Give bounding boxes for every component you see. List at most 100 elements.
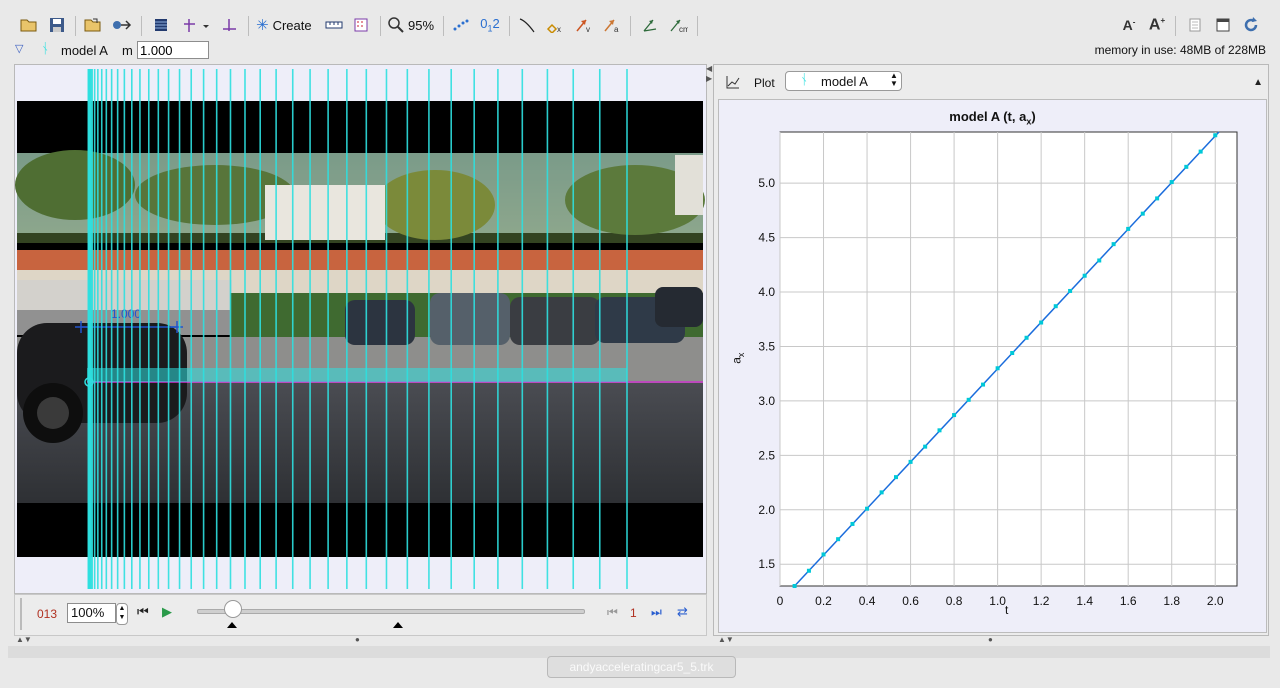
label-icon[interactable]: 012 [478,12,502,38]
data-point[interactable] [1024,335,1029,340]
svg-text:v: v [586,25,590,33]
plot-split-handle[interactable]: ● [988,635,993,644]
y-tick-label: 1.5 [758,557,775,571]
svg-text:a: a [614,25,619,33]
open-icon[interactable] [18,12,40,38]
data-point[interactable] [792,584,797,588]
data-point[interactable] [937,428,942,433]
step-back-icon[interactable]: ⏮ [607,605,618,620]
data-point[interactable] [981,382,986,387]
x-tick-label: 0 [777,594,784,608]
data-point[interactable] [1169,180,1174,185]
data-point[interactable] [1155,196,1160,201]
velocity-icon[interactable]: v [572,12,594,38]
data-point[interactable] [952,413,957,418]
frame-slider-track[interactable] [197,609,585,614]
y-tick-label: 2.5 [758,448,775,462]
resize-arrows[interactable]: ▲▼ [16,635,32,644]
font-larger-icon[interactable]: A+ [1146,12,1168,38]
data-point[interactable] [1140,211,1145,216]
zoom-button[interactable]: 95% [388,12,436,38]
data-point[interactable] [908,459,913,464]
x-tick-label: 0.2 [815,594,832,608]
video-frame[interactable]: 1.000 [15,65,706,593]
open-folder-icon[interactable] [82,12,104,38]
coordinate-axes-icon[interactable] [180,12,210,38]
frame-counter[interactable]: 013 [37,607,57,621]
notes-icon[interactable] [1184,12,1206,38]
track-name[interactable]: model A [61,43,108,58]
data-point[interactable] [1111,242,1116,247]
tape-measure-icon[interactable] [323,12,345,38]
track-marker-band[interactable] [87,368,627,382]
refresh-icon[interactable] [1240,12,1262,38]
track-menu-icon[interactable]: ▽ [15,42,23,55]
vector-sum-icon[interactable] [638,12,662,38]
rewind-icon[interactable]: ⏮ [137,604,149,620]
data-point[interactable] [1097,258,1102,263]
data-point[interactable] [836,537,841,542]
step-size[interactable]: 1 [630,606,637,620]
track-select[interactable]: ᚾ model A ▲ ▼ [785,71,902,91]
zoom-stepper[interactable]: ▲ ▼ [116,603,128,625]
data-point[interactable] [1068,288,1073,293]
split-handle[interactable]: ● [355,635,360,644]
trail-icon[interactable] [450,12,472,38]
calibration-icon[interactable] [218,12,240,38]
data-point[interactable] [879,490,884,495]
data-point[interactable] [1039,320,1044,325]
video-panel[interactable]: 1.000 [14,64,707,594]
mass-field[interactable] [137,41,209,59]
play-icon[interactable]: ▶ [162,604,172,620]
x-tick-label: 1.2 [1033,594,1050,608]
y-tick-label: 3.0 [758,394,775,408]
data-point[interactable] [1082,273,1087,278]
data-point[interactable] [821,552,826,557]
loop-icon[interactable]: ⇄ [677,604,688,620]
path-icon[interactable] [516,12,538,38]
plot-label[interactable]: Plot [754,76,775,90]
data-point[interactable] [1126,226,1131,231]
data-point[interactable] [806,568,811,573]
data-point[interactable] [893,475,898,480]
main-toolbar: ✳ Create 95% 012 x v a cm A- A+ [0,8,1280,42]
video-player-bar: 013 100% ▲ ▼ ⏮ ▶ ⏮ 1 ⏭ ⇄ [14,594,707,636]
data-point[interactable] [923,444,928,449]
data-point[interactable] [1198,149,1203,154]
step-forward-icon[interactable]: ⏭ [651,605,662,620]
x-tick-label: 2.0 [1207,594,1224,608]
window-icon[interactable] [1212,12,1234,38]
center-of-mass-icon[interactable]: cm [666,12,690,38]
file-tab[interactable]: andyacceleratingcar5_5.trk [547,656,736,678]
data-point[interactable] [1213,133,1218,138]
data-point[interactable] [966,397,971,402]
collapse-right-arrow[interactable]: ▶ [706,74,712,83]
data-point[interactable] [995,366,1000,371]
font-increase-icon[interactable]: A- [1118,12,1140,38]
data-point[interactable] [1010,351,1015,356]
zoom-field[interactable]: 100% [67,603,116,623]
save-icon[interactable] [46,12,68,38]
collapse-plot-icon[interactable]: ▲ [1253,77,1263,88]
acceleration-icon[interactable]: a [600,12,622,38]
track-create-icon: ✳ [256,17,269,34]
export-icon[interactable] [111,12,133,38]
data-point[interactable] [1053,304,1058,309]
track-create-button[interactable]: ✳ Create [256,12,318,38]
mass-icon[interactable]: x [544,12,566,38]
clip-settings-icon[interactable] [150,12,172,38]
plot-type-icon[interactable] [726,75,740,92]
frame-slider-thumb[interactable] [223,600,242,618]
start-frame-marker[interactable] [226,622,237,628]
end-frame-marker[interactable] [392,622,403,628]
collapse-left-arrow[interactable]: ◀ [706,64,712,73]
track-control-bar: ▽ ᚾ model A m memory in use: 48MB of 228… [0,40,1280,62]
data-point[interactable] [1184,164,1189,169]
data-point[interactable] [850,521,855,526]
data-point[interactable] [865,506,870,511]
filter-icon[interactable] [351,12,373,38]
plot-resize-arrows[interactable]: ▲▼ [718,635,734,644]
plot-chart[interactable]: 0 0.2 0.4 0.6 0.8 1.0 1.2 1.4 1.6 1.8 2.0 1.5 2.0 2.5… [719,100,1266,632]
x-tick-label: 0.8 [946,594,963,608]
plot-area[interactable]: model A (t, ax) ax t 0 0.2 0.4 0.6 0.8 1.0 1.2… [718,99,1267,633]
